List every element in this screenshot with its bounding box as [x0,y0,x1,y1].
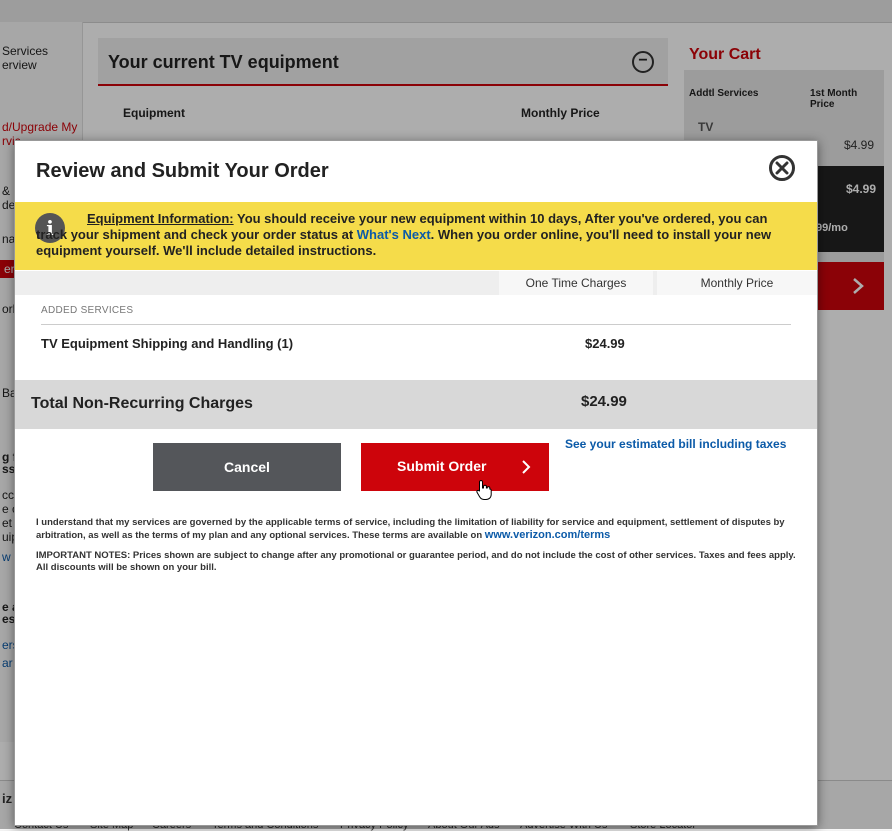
review-order-modal: Review and Submit Your Order i Equipment… [14,140,818,826]
equipment-info-banner: i Equipment Information: You should rece… [15,202,817,270]
cancel-button-label: Cancel [224,459,270,475]
terms-text: I understand that my services are govern… [36,517,798,542]
total-bar: Total Non-Recurring Charges $24.99 [15,380,817,429]
close-icon[interactable] [769,155,795,181]
important-notes: IMPORTANT NOTES: Prices shown are subjec… [36,550,796,573]
hand-cursor-icon [476,479,492,500]
cancel-button[interactable]: Cancel [153,443,341,491]
submit-order-button[interactable]: Submit Order [361,443,549,491]
terms-body: I understand that my services are govern… [36,517,785,541]
col-one-time-charges: One Time Charges [499,271,653,295]
submit-order-label: Submit Order [397,458,487,474]
section-divider [41,324,791,325]
total-amount: $24.99 [581,393,627,410]
banner-label: Equipment Information: [87,211,234,226]
estimated-bill-link[interactable]: See your estimated bill including taxes [565,437,786,451]
modal-title: Review and Submit Your Order [36,160,329,182]
banner-text: Equipment Information: You should receiv… [36,211,776,259]
section-label: ADDED SERVICES [41,305,134,316]
col-monthly-price: Monthly Price [657,271,817,295]
whats-next-link[interactable]: What's Next [357,227,431,242]
chevron-right-icon [522,460,531,474]
verizon-terms-link[interactable]: www.verizon.com/terms [485,529,611,541]
total-label: Total Non-Recurring Charges [31,395,253,412]
charges-column-header: One Time Charges Monthly Price [15,271,817,295]
charge-item-name: TV Equipment Shipping and Handling (1) [41,336,294,351]
charge-item-one-time: $24.99 [585,336,625,351]
